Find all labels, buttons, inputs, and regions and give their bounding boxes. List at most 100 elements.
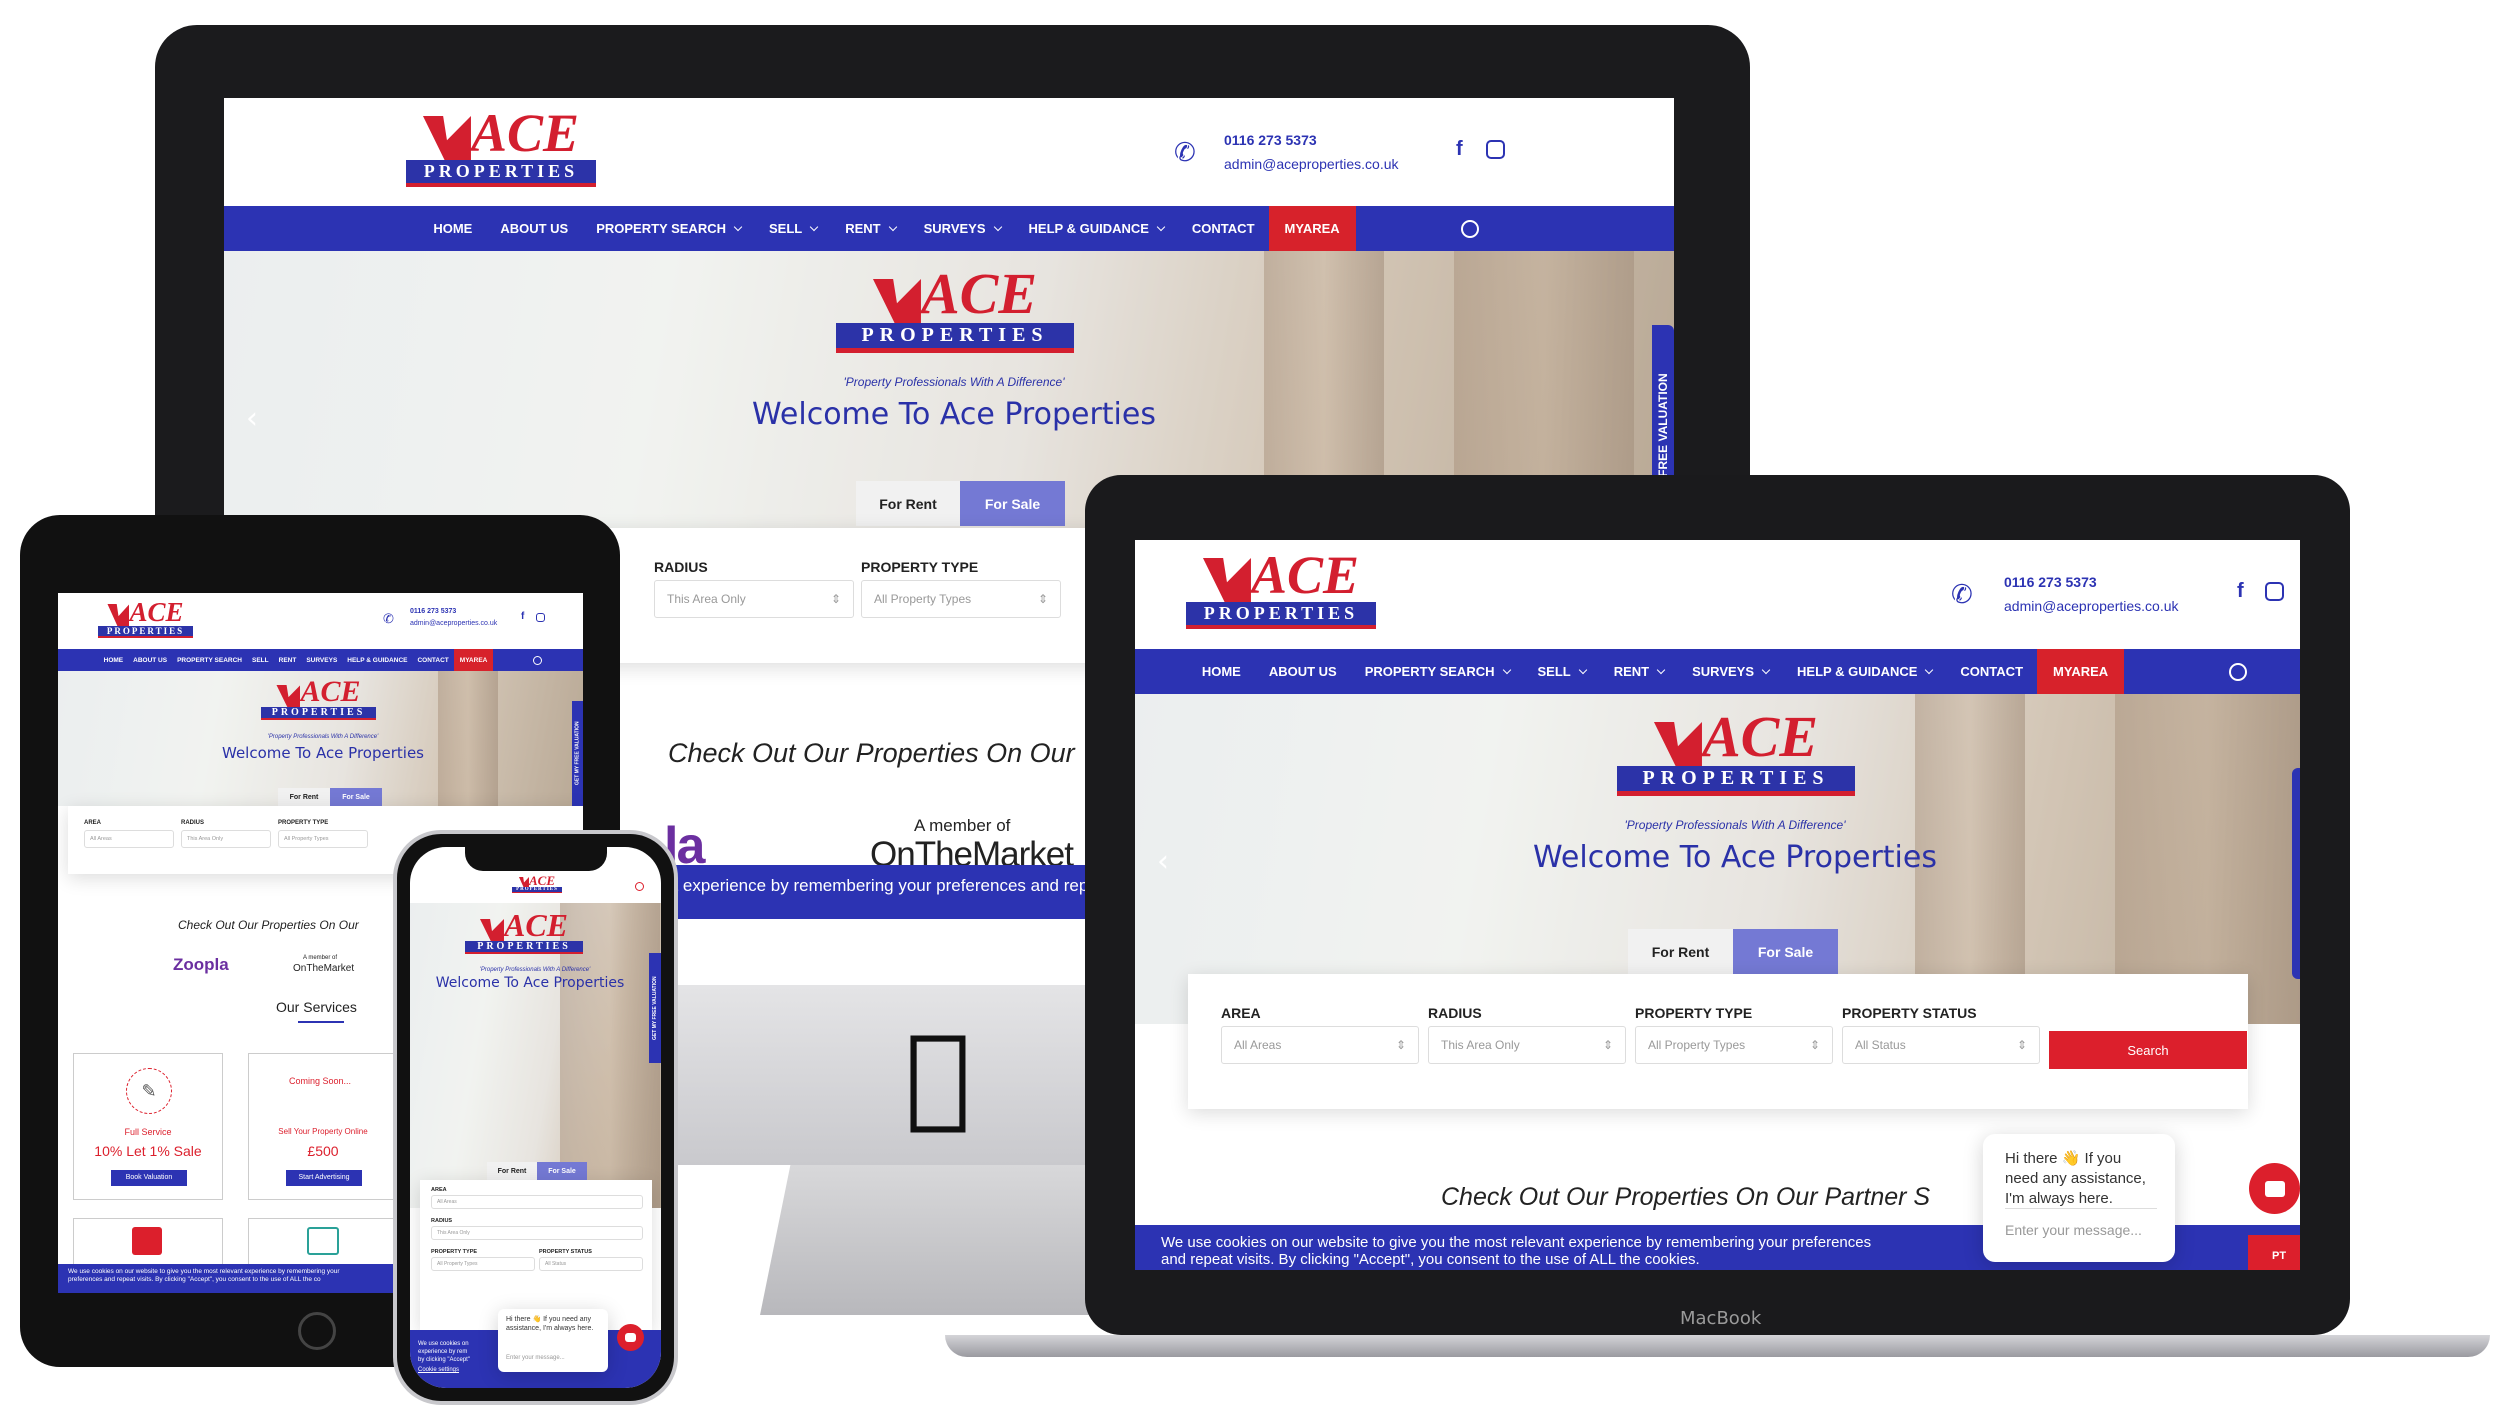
site-logo[interactable]: ACE PROPERTIES xyxy=(98,599,193,638)
nav-surveys[interactable]: SURVEYS xyxy=(1678,664,1783,679)
tab-for-sale[interactable]: For Sale xyxy=(537,1162,587,1180)
chevron-down-icon xyxy=(809,222,819,231)
nav-surveys-label: SURVEYS xyxy=(1692,664,1755,679)
nav-rent[interactable]: RENT xyxy=(1600,664,1678,679)
tab-for-sale[interactable]: For Sale xyxy=(960,481,1065,526)
slider-prev-icon[interactable]: ‹ xyxy=(1157,844,1169,879)
area-select[interactable]: All Areas ⇕ xyxy=(1221,1026,1419,1064)
hero-logo-word: ACE xyxy=(300,675,361,708)
nav-home[interactable]: HOME xyxy=(99,657,129,664)
type-select[interactable]: All Property Types ⇕ xyxy=(1635,1026,1833,1064)
phone-notch xyxy=(465,847,607,871)
chat-input[interactable]: Enter your message... xyxy=(506,1355,565,1361)
radius-label: RADIUS xyxy=(431,1218,453,1224)
facebook-icon[interactable]: f xyxy=(2237,580,2244,603)
free-valuation-tab[interactable]: GET MY FREE VALUATION xyxy=(572,701,583,806)
tab-for-rent[interactable]: For Rent xyxy=(278,788,330,806)
nav-contact[interactable]: CONTACT xyxy=(1946,664,2037,679)
nav-contact[interactable]: CONTACT xyxy=(1178,221,1269,236)
area-select[interactable]: All Areas xyxy=(431,1195,643,1209)
nav-property-search[interactable]: PROPERTY SEARCH xyxy=(582,221,755,236)
facebook-icon[interactable]: f xyxy=(1456,138,1463,161)
tab-for-sale[interactable]: For Sale xyxy=(330,788,382,806)
site-logo[interactable]: ACE PROPERTIES xyxy=(1186,548,1376,629)
search-button[interactable]: Search xyxy=(2049,1031,2247,1069)
laptop-base xyxy=(945,1335,2490,1357)
header-email[interactable]: admin@aceproperties.co.uk xyxy=(1224,156,1399,172)
menu-icon[interactable] xyxy=(635,882,644,891)
hero-logo: ACE PROPERTIES xyxy=(261,677,376,720)
header-phone[interactable]: 0116 273 5373 xyxy=(410,608,456,615)
type-select[interactable]: All Property Types xyxy=(431,1257,535,1271)
cookie-accept-button[interactable]: PT xyxy=(2248,1235,2300,1270)
radius-select[interactable]: This Area Only ⇕ xyxy=(654,580,854,618)
nav-myarea[interactable]: MYAREA xyxy=(453,649,494,671)
nav-myarea[interactable]: MYAREA xyxy=(1268,206,1356,251)
nav-contact[interactable]: CONTACT xyxy=(412,657,453,664)
tab-for-sale[interactable]: For Sale xyxy=(1733,929,1838,974)
nav-help[interactable]: HELP & GUIDANCE xyxy=(1783,664,1946,679)
nav-about[interactable]: ABOUT US xyxy=(486,221,582,236)
header-email[interactable]: admin@aceproperties.co.uk xyxy=(410,620,497,627)
nav-sell[interactable]: SELL xyxy=(247,657,274,664)
header-phone[interactable]: 0116 273 5373 xyxy=(2004,574,2097,590)
nav-property-search-label: PROPERTY SEARCH xyxy=(1364,664,1495,679)
nav-property-search[interactable]: PROPERTY SEARCH xyxy=(172,657,247,664)
nav-rent[interactable]: RENT xyxy=(831,221,909,236)
start-advertising-button[interactable]: Start Advertising xyxy=(286,1170,362,1186)
tab-for-rent[interactable]: For Rent xyxy=(1628,929,1733,974)
status-select[interactable]: All Status xyxy=(539,1257,643,1271)
nav-property-search-label: PROPERTY SEARCH xyxy=(596,221,726,236)
site-logo[interactable]: ACE PROPERTIES xyxy=(406,106,596,187)
status-select[interactable]: All Status ⇕ xyxy=(1842,1026,2040,1064)
hero-logo: ACE PROPERTIES xyxy=(836,265,1074,353)
slider-prev-icon[interactable]: ‹ xyxy=(246,401,258,436)
nav-help-label: HELP & GUIDANCE xyxy=(1028,221,1149,236)
hero-logo-subtitle: PROPERTIES xyxy=(465,941,583,954)
radius-value: This Area Only xyxy=(1441,1038,1520,1052)
user-icon[interactable] xyxy=(533,655,543,665)
radius-select[interactable]: This Area Only xyxy=(181,830,271,848)
instagram-icon[interactable] xyxy=(2265,582,2284,601)
status-value: All Status xyxy=(545,1261,567,1267)
chat-launcher[interactable] xyxy=(2249,1163,2300,1214)
facebook-icon[interactable]: f xyxy=(521,611,524,622)
nav-home[interactable]: HOME xyxy=(1188,664,1255,679)
site-logo[interactable]: ACE PROPERTIES xyxy=(512,874,562,893)
nav-sell[interactable]: SELL xyxy=(1524,664,1600,679)
instagram-icon[interactable] xyxy=(536,613,545,622)
user-icon[interactable] xyxy=(1460,219,1479,238)
header-phone[interactable]: 0116 273 5373 xyxy=(1224,132,1317,148)
user-icon[interactable] xyxy=(2229,662,2248,681)
nav-surveys[interactable]: SURVEYS xyxy=(910,221,1015,236)
header-email[interactable]: admin@aceproperties.co.uk xyxy=(2004,598,2179,614)
nav-help[interactable]: HELP & GUIDANCE xyxy=(1015,221,1178,236)
book-valuation-button[interactable]: Book Valuation xyxy=(111,1170,187,1186)
free-valuation-tab[interactable]: GET MY FREE VALUATION xyxy=(649,953,661,1063)
nav-myarea[interactable]: MYAREA xyxy=(2037,649,2125,694)
radius-select[interactable]: This Area Only xyxy=(431,1226,643,1240)
instagram-icon[interactable] xyxy=(1486,140,1505,159)
nav-help[interactable]: HELP & GUIDANCE xyxy=(342,657,412,664)
nav-rent[interactable]: RENT xyxy=(274,657,302,664)
free-valuation-tab[interactable] xyxy=(2292,768,2300,979)
nav-about[interactable]: ABOUT US xyxy=(1255,664,1351,679)
nav-property-search[interactable]: PROPERTY SEARCH xyxy=(1351,664,1524,679)
type-label: PROPERTY TYPE xyxy=(1635,1005,1753,1021)
tab-for-rent[interactable]: For Rent xyxy=(856,481,960,526)
tab-for-rent[interactable]: For Rent xyxy=(487,1162,537,1180)
type-select[interactable]: All Property Types xyxy=(278,830,368,848)
nav-sell[interactable]: SELL xyxy=(755,221,831,236)
nav-about[interactable]: ABOUT US xyxy=(128,657,172,664)
nav-home[interactable]: HOME xyxy=(419,221,486,236)
area-select[interactable]: All Areas xyxy=(84,830,174,848)
main-nav: HOME ABOUT US PROPERTY SEARCH SELL RENT … xyxy=(224,206,1674,251)
zoopla-logo[interactable]: Zoopla xyxy=(173,955,229,975)
radius-select[interactable]: This Area Only ⇕ xyxy=(1428,1026,1626,1064)
chat-launcher[interactable] xyxy=(617,1324,644,1351)
nav-surveys[interactable]: SURVEYS xyxy=(301,657,342,664)
type-select[interactable]: All Property Types ⇕ xyxy=(861,580,1061,618)
chat-input[interactable]: Enter your message... xyxy=(2005,1222,2142,1238)
onthemarket-logo[interactable]: OnTheMarket xyxy=(293,963,354,974)
hero-title: Welcome To Ace Properties xyxy=(222,744,424,762)
